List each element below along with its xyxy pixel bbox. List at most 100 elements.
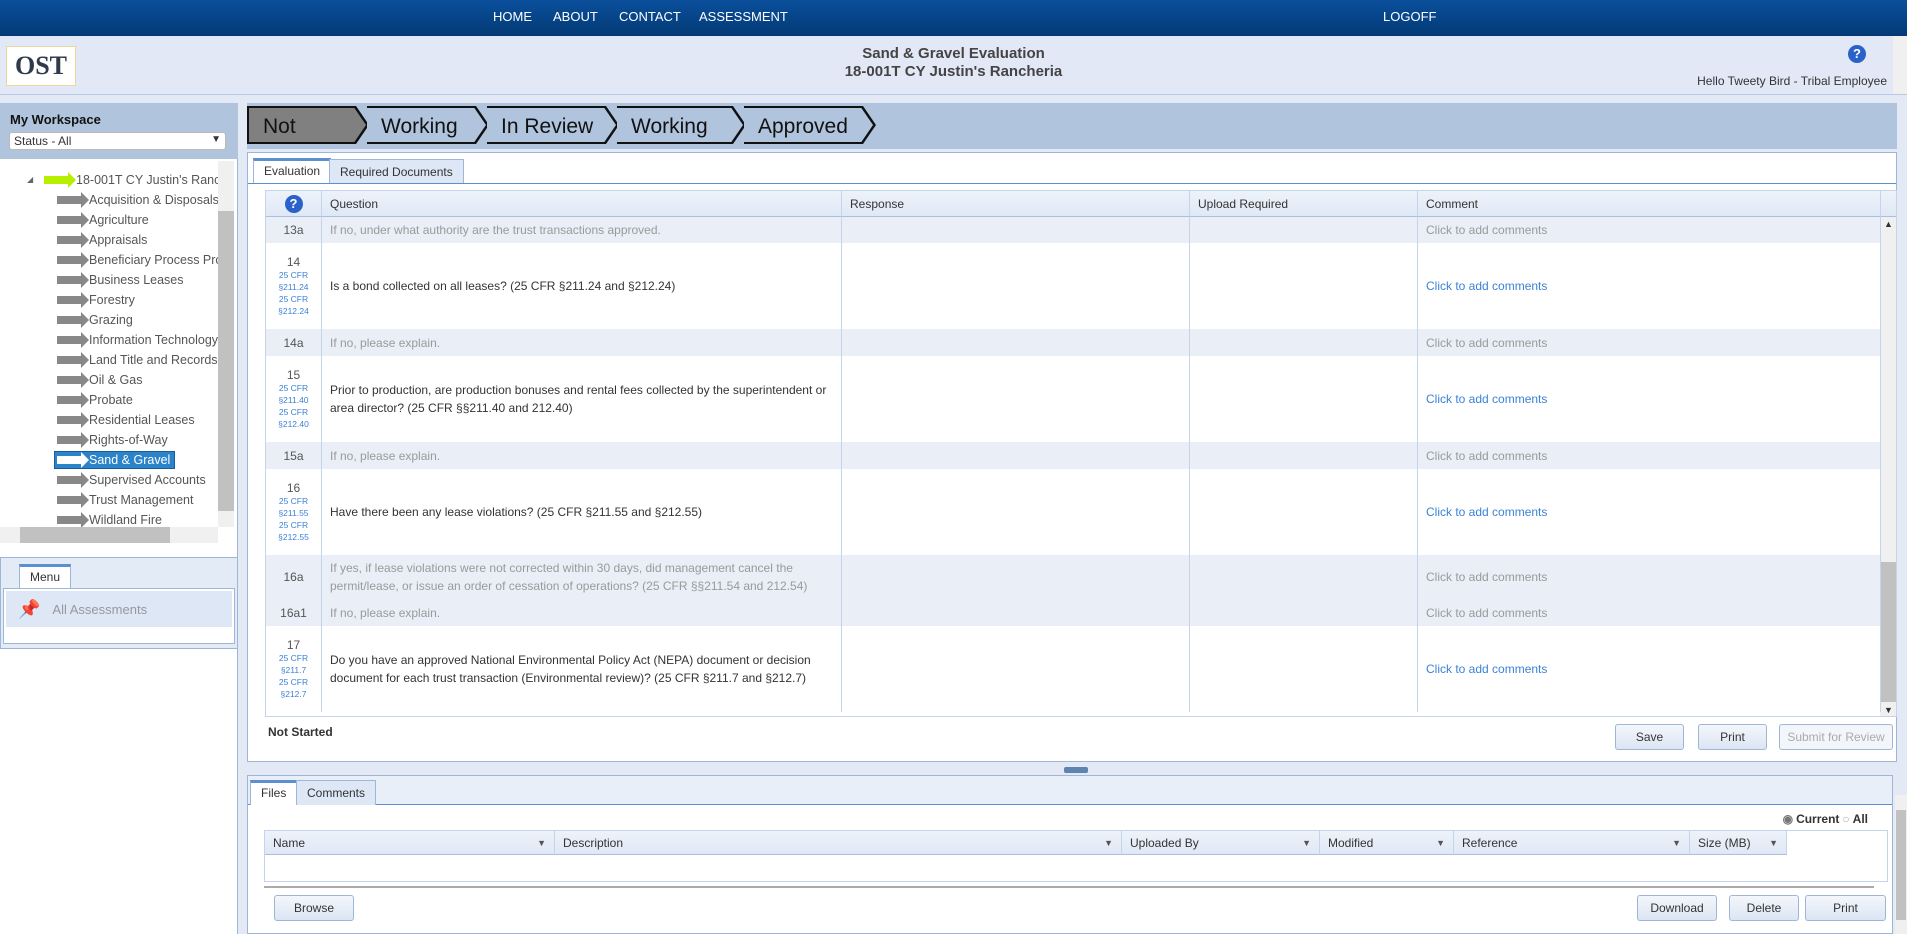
tree-item[interactable]: Oil & Gas [57,371,143,389]
response-cell[interactable] [842,329,1190,356]
comment-cell[interactable]: Click to add comments [1418,243,1881,329]
cfr-reference[interactable]: 25 CFR [279,652,308,664]
cfr-reference[interactable]: §211.7 [281,664,306,676]
cfr-reference[interactable]: §211.24 [278,281,308,293]
filter-icon[interactable]: ▼ [537,831,546,855]
grid-scrollbar[interactable]: ▲ ▼ [1880,217,1896,716]
nav-logoff[interactable]: LOGOFF [1383,9,1436,24]
help-icon[interactable]: ? [284,194,303,213]
files-col-header[interactable]: Reference ▼ [1454,831,1690,855]
comment-cell[interactable]: Click to add comments [1418,329,1881,356]
files-print-button[interactable]: Print [1805,895,1886,921]
add-comment-link[interactable]: Click to add comments [1426,279,1547,293]
add-comment-link[interactable]: Click to add comments [1426,392,1547,406]
tab-files[interactable]: Files [250,780,298,805]
add-comment-link[interactable]: Click to add comments [1426,505,1547,519]
files-col-header[interactable]: Uploaded By ▼ [1122,831,1320,855]
radio-current[interactable]: ◉ [1783,812,1793,826]
header-scrollbar[interactable] [1893,36,1907,94]
tree-item[interactable]: Land Title and Records Office [57,351,218,369]
radio-all[interactable]: ○ [1842,812,1849,826]
response-cell[interactable] [842,599,1190,626]
splitter-handle[interactable] [1064,767,1088,773]
add-comment-link[interactable]: Click to add comments [1426,336,1547,350]
tab-comments[interactable]: Comments [296,780,377,805]
comment-cell[interactable]: Click to add comments [1418,469,1881,555]
tree-item[interactable]: Probate [57,391,133,409]
cfr-reference[interactable]: §211.55 [278,507,308,519]
page-scrollbar[interactable] [1895,795,1907,934]
download-button[interactable]: Download [1637,895,1717,921]
cfr-reference[interactable]: §212.24 [278,305,309,317]
tree-hscrollbar[interactable] [0,527,218,543]
response-cell[interactable] [842,555,1190,599]
tree-root[interactable]: 18-001T CY Justin's Rancheria [44,171,218,189]
nav-about[interactable]: ABOUT [553,9,598,24]
tree-item[interactable]: Appraisals [57,231,147,249]
cfr-reference[interactable]: §212.7 [281,688,307,700]
filter-icon[interactable]: ▼ [1302,831,1311,855]
tree-item[interactable]: Business Leases [57,271,184,289]
collapse-icon[interactable]: ◢ [27,175,33,184]
tab-required-documents[interactable]: Required Documents [329,159,464,184]
cfr-reference[interactable]: 25 CFR [279,382,308,394]
cfr-reference[interactable]: 25 CFR [279,293,308,305]
tree-item[interactable]: Rights-of-Way [57,431,168,449]
cfr-reference[interactable]: §212.40 [278,418,309,430]
tree-item[interactable]: Beneficiary Process Program [57,251,218,269]
all-assessments-item[interactable]: 📌 All Assessments [6,591,232,627]
nav-contact[interactable]: CONTACT [619,9,681,24]
filter-icon[interactable]: ▼ [1672,831,1681,855]
response-cell[interactable] [842,217,1190,243]
save-button[interactable]: Save [1615,724,1684,750]
tree-item[interactable]: Information Technology [57,331,218,349]
comment-cell[interactable]: Click to add comments [1418,626,1881,712]
tree-item[interactable]: Forestry [57,291,135,309]
delete-button[interactable]: Delete [1729,895,1799,921]
tree-item[interactable]: Residential Leases [57,411,195,429]
filter-icon[interactable]: ▼ [1769,831,1778,855]
cfr-reference[interactable]: §211.40 [278,394,308,406]
comment-cell[interactable]: Click to add comments [1418,599,1881,626]
add-comment-link[interactable]: Click to add comments [1426,449,1547,463]
cfr-reference[interactable]: 25 CFR [279,676,308,688]
tree-item[interactable]: Acquisition & Disposals [57,191,218,209]
tree-item[interactable]: Agriculture [57,211,149,229]
cfr-reference[interactable]: 25 CFR [279,519,308,531]
cfr-reference[interactable]: 25 CFR [279,406,308,418]
help-icon[interactable]: ? [1848,45,1866,63]
comment-cell[interactable]: Click to add comments [1418,555,1881,599]
add-comment-link[interactable]: Click to add comments [1426,223,1547,237]
tree-item[interactable]: Trust Management [57,491,193,509]
response-cell[interactable] [842,626,1190,712]
files-col-header[interactable]: Modified ▼ [1320,831,1454,855]
browse-button[interactable]: Browse [274,895,354,921]
nav-home[interactable]: HOME [493,9,532,24]
tab-evaluation[interactable]: Evaluation [253,158,332,183]
add-comment-link[interactable]: Click to add comments [1426,570,1547,584]
response-cell[interactable] [842,469,1190,555]
filter-icon[interactable]: ▼ [1104,831,1113,855]
cfr-reference[interactable]: 25 CFR [279,495,308,507]
tree-item[interactable]: Grazing [57,311,133,329]
nav-assessment[interactable]: ASSESSMENT [699,9,788,24]
add-comment-link[interactable]: Click to add comments [1426,662,1547,676]
comment-cell[interactable]: Click to add comments [1418,442,1881,469]
files-col-header[interactable]: Size (MB) ▼ [1690,831,1787,855]
status-filter-select[interactable]: Status - All ▼ [9,132,226,150]
files-col-header[interactable]: Name ▼ [265,831,555,855]
add-comment-link[interactable]: Click to add comments [1426,606,1547,620]
response-cell[interactable] [842,356,1190,442]
tree-vscrollbar[interactable] [218,161,234,527]
menu-tab[interactable]: Menu [19,564,72,589]
submit-for-review-button[interactable]: Submit for Review [1779,724,1893,750]
filter-icon[interactable]: ▼ [1436,831,1445,855]
response-cell[interactable] [842,442,1190,469]
comment-cell[interactable]: Click to add comments [1418,217,1881,243]
cfr-reference[interactable]: §212.55 [278,531,309,543]
print-button[interactable]: Print [1698,724,1767,750]
files-col-header[interactable]: Description ▼ [555,831,1122,855]
cfr-reference[interactable]: 25 CFR [279,269,308,281]
tree-item[interactable]: Supervised Accounts [57,471,206,489]
tree-item[interactable]: Sand & Gravel [54,451,176,469]
